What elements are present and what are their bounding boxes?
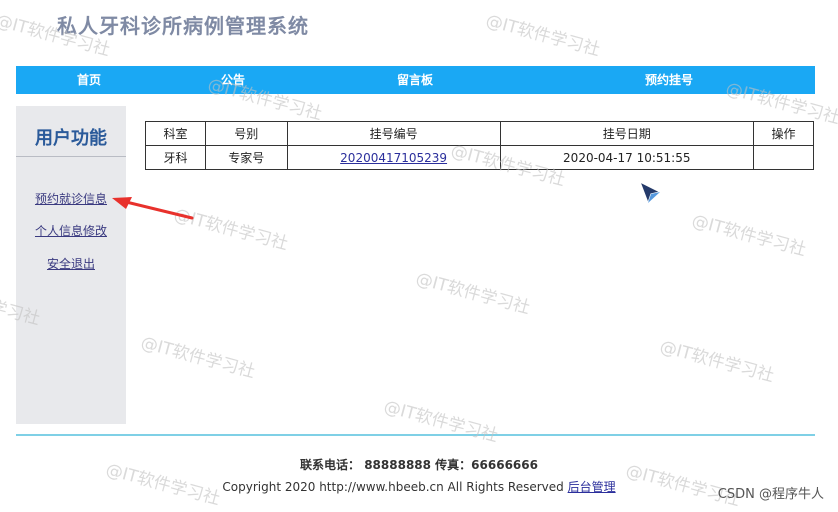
cell-date: 2020-04-17 10:51:55 <box>499 145 755 170</box>
annotation-arrow-icon <box>112 197 194 220</box>
table-row: 牙科 专家号 20200417105239 2020-04-17 10:51:5… <box>145 145 814 170</box>
registration-table: 科室 号别 挂号编号 挂号日期 操作 牙科 专家号 20200417105239… <box>145 121 814 170</box>
watermark: @IT软件学习社 <box>657 336 777 387</box>
top-nav: 首页 公告 留言板 预约挂号 <box>16 66 815 94</box>
admin-link[interactable]: 后台管理 <box>568 480 616 494</box>
footer-divider <box>16 434 815 436</box>
sidebar: 用户功能 预约就诊信息 个人信息修改 安全退出 <box>16 106 126 424</box>
mouse-cursor-icon <box>638 180 662 205</box>
reg-no-link[interactable]: 20200417105239 <box>340 151 447 165</box>
sidebar-title: 用户功能 <box>35 128 107 149</box>
col-header-type: 号别 <box>204 121 288 146</box>
watermark: @IT软件学习社 <box>138 332 258 383</box>
sidebar-link-logout[interactable]: 安全退出 <box>16 255 126 272</box>
cell-action <box>753 145 814 170</box>
copyright-text: Copyright 2020 http://www.hbeeb.cn All R… <box>222 480 564 494</box>
nav-message-board[interactable]: 留言板 <box>397 66 433 94</box>
watermark: @IT软件学习社 <box>381 396 501 447</box>
footer-copyright: Copyright 2020 http://www.hbeeb.cn All R… <box>0 478 838 495</box>
col-header-reg-no: 挂号编号 <box>286 121 501 146</box>
watermark: @IT软件学习社 <box>413 268 533 319</box>
cell-dept: 牙科 <box>145 145 206 170</box>
col-header-dept: 科室 <box>145 121 206 146</box>
nav-home[interactable]: 首页 <box>77 66 101 94</box>
watermark: @IT软件学习社 <box>483 10 603 61</box>
nav-announcements[interactable]: 公告 <box>221 66 245 94</box>
watermark: @IT软件学习社 <box>689 210 809 261</box>
csdn-credit: CSDN @程序牛人 <box>717 487 824 502</box>
site-title: 私人牙科诊所病例管理系统 <box>57 14 309 38</box>
sidebar-divider <box>16 156 126 157</box>
col-header-action: 操作 <box>753 121 814 146</box>
cell-type: 专家号 <box>204 145 288 170</box>
footer-contact: 联系电话： 88888888 传真：66666666 <box>300 458 538 472</box>
nav-appointment[interactable]: 预约挂号 <box>645 66 693 94</box>
cell-reg-no: 20200417105239 <box>286 145 501 170</box>
table-header-row: 科室 号别 挂号编号 挂号日期 操作 <box>145 121 814 146</box>
col-header-date: 挂号日期 <box>499 121 755 146</box>
